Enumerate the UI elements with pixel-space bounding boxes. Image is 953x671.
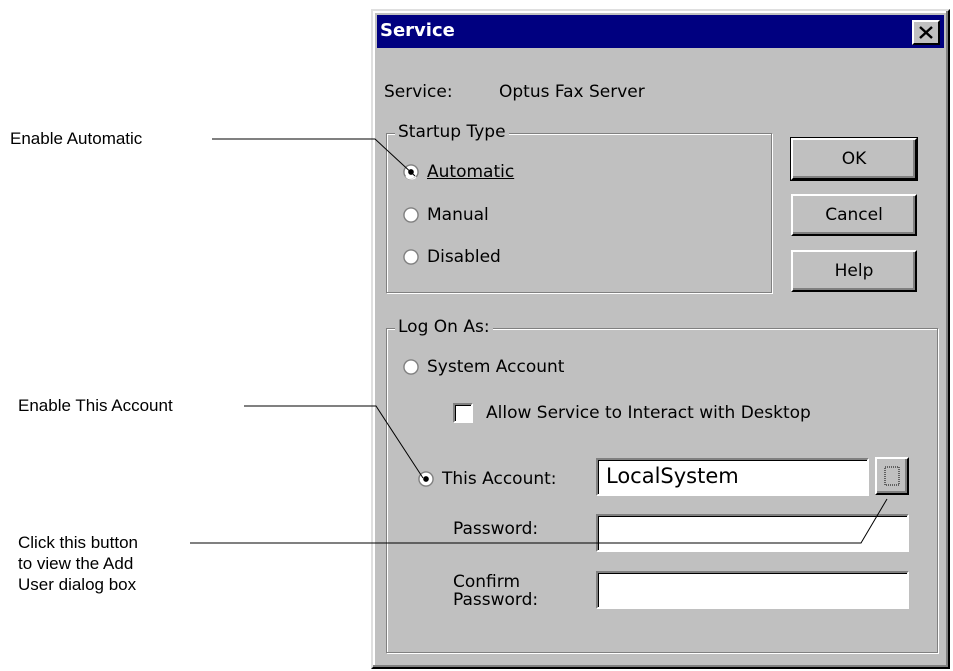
callout-line-automatic (212, 138, 416, 177)
callout-lines (190, 138, 888, 544)
callout-line-this-account (244, 405, 424, 479)
callout-line-browse-button (190, 498, 888, 544)
